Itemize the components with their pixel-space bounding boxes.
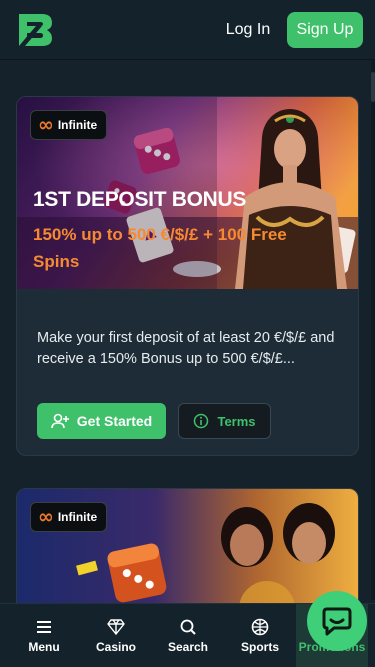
- badge-label: Infinite: [57, 118, 98, 132]
- scrollbar-track[interactable]: [371, 60, 375, 600]
- promo-card: ∞ Infinite 1ST DEPOSIT BONUS 150% up to …: [16, 96, 359, 456]
- add-user-icon: [50, 413, 69, 429]
- login-button[interactable]: Log In: [220, 14, 276, 46]
- promo-description: Make your first deposit of at least 20 €…: [37, 330, 335, 367]
- promo-banner[interactable]: ∞ Infinite 1ST DEPOSIT BONUS 150% up to …: [17, 97, 358, 289]
- chat-icon: [322, 607, 352, 636]
- menu-icon: [37, 621, 51, 633]
- badge-label: Infinite: [57, 510, 98, 524]
- nav-label: Casino: [95, 640, 136, 654]
- nav-item-search[interactable]: Search: [152, 604, 224, 667]
- brand-logo-icon[interactable]: [16, 12, 54, 48]
- terms-label: Terms: [217, 413, 256, 429]
- search-icon: [180, 619, 196, 635]
- promo-banner[interactable]: ∞ Infinite: [17, 489, 358, 617]
- nav-label: Sports: [240, 640, 279, 654]
- nav-item-menu[interactable]: Menu: [8, 604, 80, 667]
- get-started-button[interactable]: Get Started: [37, 403, 166, 439]
- nav-label: Menu: [28, 640, 60, 654]
- scrollbar-thumb[interactable]: [371, 72, 375, 102]
- info-icon: [194, 413, 209, 429]
- infinity-icon: ∞: [38, 113, 54, 136]
- signup-button[interactable]: Sign Up: [287, 12, 363, 48]
- top-header: Log In Sign Up: [0, 0, 375, 60]
- terms-button[interactable]: Terms: [178, 403, 271, 439]
- diamond-icon: [107, 619, 125, 636]
- ball-icon: [251, 618, 269, 636]
- nav-label: Search: [167, 640, 209, 654]
- nav-item-sports[interactable]: Sports: [224, 604, 296, 667]
- chat-button[interactable]: [307, 591, 367, 651]
- nav-item-casino[interactable]: Casino: [80, 604, 152, 667]
- promo-title: 1ST DEPOSIT BONUS: [33, 188, 247, 211]
- promo-badge: ∞ Infinite: [30, 110, 108, 140]
- promo-card: ∞ Infinite: [16, 488, 359, 618]
- get-started-label: Get Started: [76, 413, 153, 429]
- promo-subtitle: 150% up to 500 €/$/£ + 100 Free Spins: [33, 225, 287, 271]
- infinity-icon: ∞: [38, 505, 54, 528]
- promo-badge: ∞ Infinite: [30, 502, 108, 532]
